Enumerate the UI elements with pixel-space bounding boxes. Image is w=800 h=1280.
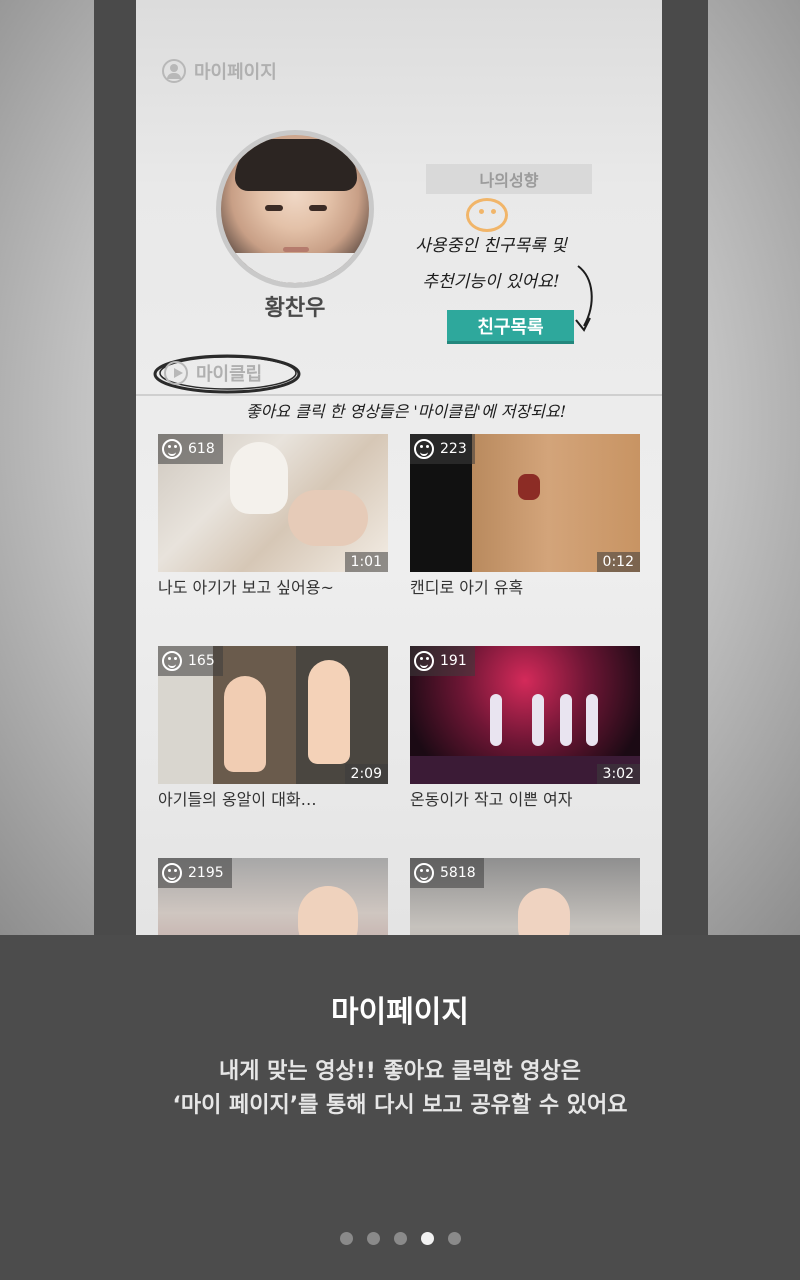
next-page-edge xyxy=(662,0,708,935)
myclip-section-header[interactable]: 마이클립 xyxy=(164,360,262,386)
friends-annotation: 사용중인 친구목록 및 추천기능이 있어요! xyxy=(396,228,586,300)
like-count: 2195 xyxy=(188,865,224,881)
page-indicator xyxy=(0,1232,800,1245)
smile-icon xyxy=(414,863,434,883)
like-count: 165 xyxy=(188,653,215,669)
video-title[interactable]: 온동이가 작고 이쁜 여자 xyxy=(410,786,640,810)
video-card[interactable]: 618 1:01 나도 아기가 보고 싶어용~ xyxy=(158,434,388,598)
smile-icon xyxy=(162,863,182,883)
smile-icon xyxy=(162,439,182,459)
like-count-badge: 618 xyxy=(158,434,223,464)
video-thumbnail[interactable]: 2195 xyxy=(158,858,388,935)
video-card[interactable]: 223 0:12 캔디로 아기 유혹 xyxy=(410,434,640,598)
video-duration: 0:12 xyxy=(596,552,640,572)
panel-description-line1: 내게 맞는 영상!! 좋아요 클릭한 영상은 xyxy=(219,1059,581,1084)
like-count-badge: 165 xyxy=(158,646,223,676)
page-dot[interactable] xyxy=(366,1232,380,1245)
tendency-tab[interactable]: ••• 나의성향 xyxy=(426,164,592,194)
page-dot[interactable] xyxy=(393,1232,407,1245)
page-dot[interactable] xyxy=(447,1232,461,1245)
smile-icon xyxy=(414,439,434,459)
video-card[interactable]: 5818 xyxy=(410,858,640,935)
like-count-badge: 191 xyxy=(410,646,475,676)
tendency-label: 나의성향 xyxy=(479,171,539,190)
clip-annotation: 좋아요 클릭 한 영상들은 '마이클립'에 저장되요! xyxy=(245,402,567,421)
myclip-label: 마이클립 xyxy=(196,364,263,385)
panel-title: 마이페이지 xyxy=(331,995,469,1030)
friends-annotation-line2: 추천기능이 있어요! xyxy=(422,272,560,292)
phone-screen-preview: 마이페이지 황찬우 ••• 나의성향 사용중인 친구목록 및 추천기능이 있어요… xyxy=(136,0,662,935)
friends-annotation-line1: 사용중인 친구목록 및 xyxy=(415,236,567,256)
panel-description: 내게 맞는 영상!! 좋아요 클릭한 영상은 ‘마이 페이지’를 통해 다시 보… xyxy=(0,1055,800,1123)
page-dot[interactable] xyxy=(339,1232,353,1245)
avatar xyxy=(216,130,374,288)
video-title[interactable]: 나도 아기가 보고 싶어용~ xyxy=(158,574,388,598)
preview-stage: 마이페이지 황찬우 ••• 나의성향 사용중인 친구목록 및 추천기능이 있어요… xyxy=(0,0,800,935)
annotation-arrow-icon xyxy=(575,265,593,332)
smile-icon xyxy=(162,651,182,671)
video-thumbnail[interactable]: 165 2:09 xyxy=(158,646,388,784)
video-thumbnail[interactable]: 223 0:12 xyxy=(410,434,640,572)
video-duration: 2:09 xyxy=(344,764,388,784)
prev-page-edge xyxy=(94,0,136,935)
play-icon xyxy=(164,361,188,385)
like-count-badge: 2195 xyxy=(158,858,232,888)
video-thumbnail[interactable]: 618 1:01 xyxy=(158,434,388,572)
like-count: 191 xyxy=(440,653,467,669)
video-card[interactable]: 165 2:09 아기들의 옹알이 대화… xyxy=(158,646,388,810)
video-thumbnail[interactable]: 191 3:02 xyxy=(410,646,640,784)
like-count: 5818 xyxy=(440,865,476,881)
video-thumbnail[interactable]: 5818 xyxy=(410,858,640,935)
page-dot-active[interactable] xyxy=(420,1232,434,1245)
person-icon xyxy=(162,59,186,83)
tendency-emoticon-icon xyxy=(466,198,508,232)
description-panel: 마이페이지 내게 맞는 영상!! 좋아요 클릭한 영상은 ‘마이 페이지’를 통… xyxy=(0,935,800,1280)
video-title[interactable]: 캔디로 아기 유혹 xyxy=(410,574,640,598)
like-count-badge: 223 xyxy=(410,434,475,464)
mypage-header: 마이페이지 xyxy=(162,58,277,84)
panel-description-line2: ‘마이 페이지’를 통해 다시 보고 공유할 수 있어요 xyxy=(172,1093,628,1118)
video-duration: 3:02 xyxy=(596,764,640,784)
profile-name: 황찬우 xyxy=(264,296,326,321)
mypage-header-title: 마이페이지 xyxy=(194,62,277,83)
video-title[interactable]: 아기들의 옹알이 대화… xyxy=(158,786,388,810)
smile-icon xyxy=(414,651,434,671)
video-card[interactable]: 2195 xyxy=(158,858,388,935)
video-duration: 1:01 xyxy=(344,552,388,572)
like-count-badge: 5818 xyxy=(410,858,484,888)
section-divider xyxy=(136,394,662,396)
friends-list-button[interactable]: 친구목록 xyxy=(447,310,574,344)
like-count: 223 xyxy=(440,441,467,457)
like-count: 618 xyxy=(188,441,215,457)
video-card[interactable]: 191 3:02 온동이가 작고 이쁜 여자 xyxy=(410,646,640,810)
